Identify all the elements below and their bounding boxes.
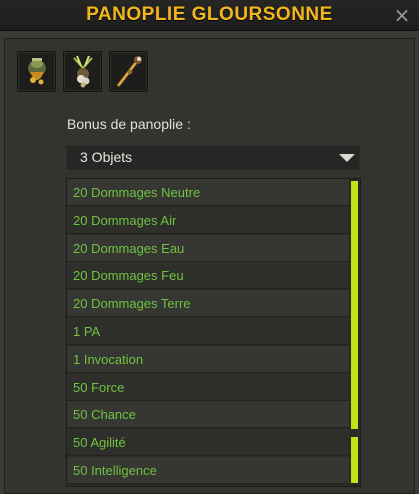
bonus-list[interactable]: 20 Dommages Neutre 20 Dommages Air 20 Domm… (66, 178, 361, 487)
list-item: 1 PA (67, 318, 351, 345)
gloursonne-hat-icon (27, 57, 46, 84)
title-bar: PANOPLIE GLOURSONNE × (0, 0, 419, 31)
list-item: 20 Dommages Terre (67, 290, 351, 318)
gloursonne-staff-icon (116, 55, 142, 87)
scrollbar-thumb-lower[interactable] (351, 437, 358, 483)
scrollbar-thumb[interactable] (351, 181, 358, 429)
bonus-text: 20 Dommages Neutre (73, 185, 201, 200)
set-window: PANOPLIE GLOURSONNE × Bonus de panoplie … (0, 0, 419, 494)
bonus-text: 50 Agilité (73, 435, 126, 451)
list-item: 20 Dommages Eau (67, 234, 351, 262)
scrollbar[interactable] (349, 179, 360, 486)
list-item: 1 Invocation (67, 345, 351, 373)
set-items-row (17, 51, 148, 92)
gloursonne-amulet-icon (72, 55, 93, 87)
item-slot-hat[interactable] (17, 51, 56, 92)
list-item: 20 Dommages Air (67, 206, 351, 234)
list-item: 50 Agilité (67, 429, 351, 457)
bonus-text: 20 Dommages Terre (73, 296, 191, 312)
dropdown-selected-value: 3 Objets (80, 149, 133, 165)
bonus-text: 20 Dommages Eau (73, 240, 185, 256)
bonus-text: 20 Dommages Air (73, 212, 177, 228)
list-item: 50 Intelligence (67, 457, 351, 484)
bonus-label: Bonus de panoplie : (67, 116, 191, 132)
item-slot-staff[interactable] (109, 51, 148, 92)
window-title: PANOPLIE GLOURSONNE (86, 4, 333, 25)
bonus-text: 50 Chance (73, 407, 136, 423)
close-icon[interactable]: × (393, 5, 411, 25)
list-item: 20 Dommages Feu (67, 262, 351, 290)
bonus-count-dropdown[interactable]: 3 Objets (66, 145, 360, 170)
list-item: 50 Force (67, 373, 351, 401)
bonus-text: 1 PA (73, 324, 101, 339)
bonus-text: 1 Invocation (73, 351, 144, 367)
bonus-text: 50 Intelligence (73, 463, 157, 478)
item-slot-amulet[interactable] (63, 51, 102, 92)
chevron-down-icon (339, 154, 355, 162)
list-item: 50 Chance (67, 401, 351, 429)
list-item: 20 Dommages Neutre (67, 179, 351, 206)
bonus-text: 50 Force (73, 379, 125, 395)
bonus-text: 20 Dommages Feu (73, 268, 184, 284)
